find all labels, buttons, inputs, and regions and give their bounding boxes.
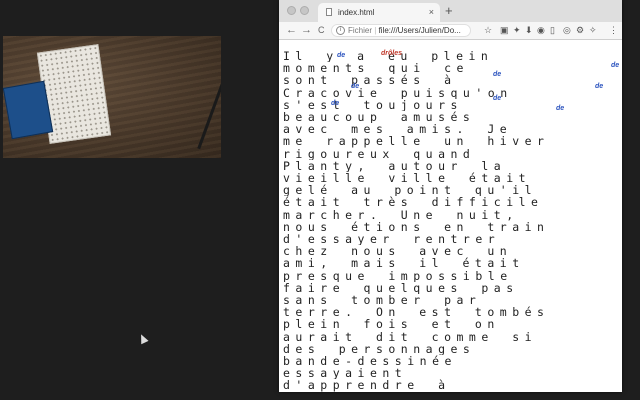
text-line: d'apprendre à bbox=[283, 379, 451, 392]
text-line: bande-dessinée bbox=[283, 355, 457, 368]
text-line: rigoureux quand bbox=[283, 147, 476, 160]
tab-index-html[interactable]: index.html × bbox=[318, 3, 440, 22]
forward-button[interactable]: → bbox=[301, 23, 312, 37]
extension-c-icon[interactable]: ◉ bbox=[537, 24, 545, 37]
floating-word: de bbox=[337, 52, 346, 59]
close-window-button[interactable] bbox=[287, 6, 296, 15]
extension-b-icon[interactable]: ✦ bbox=[513, 24, 521, 37]
text-line: essayaient bbox=[283, 367, 408, 380]
extension-g-icon[interactable]: ✧ bbox=[589, 24, 597, 37]
text-line: faire quelques pas bbox=[283, 281, 519, 295]
url-text: file:///Users/Julien/Do... bbox=[378, 26, 461, 35]
tab-title: index.html bbox=[338, 8, 375, 17]
floating-word: de bbox=[331, 100, 340, 107]
text-line: me rappelle un hiver bbox=[283, 135, 550, 148]
floating-word: de bbox=[595, 83, 604, 90]
extension-f-icon[interactable]: ⚙ bbox=[576, 24, 584, 37]
minimize-window-button[interactable] bbox=[300, 6, 309, 15]
text-line: d'essayer rentrer bbox=[283, 233, 501, 246]
text-line: beaucoup amusés bbox=[283, 111, 476, 124]
text-line: ami, mais il était bbox=[283, 257, 525, 270]
toolbar: ← → C i Fichier | file:///Users/Julien/D… bbox=[279, 22, 622, 40]
text-line: Planty, autour la bbox=[283, 159, 507, 173]
text-line: nous étions en train bbox=[283, 220, 550, 234]
tab-bar: index.html × + bbox=[279, 0, 622, 22]
menu-icon[interactable]: ⋮ bbox=[609, 24, 618, 37]
tab-close-icon[interactable]: × bbox=[429, 3, 434, 22]
extension-d-icon[interactable]: ▯ bbox=[550, 24, 555, 37]
address-bar[interactable]: i Fichier | file:///Users/Julien/Do... bbox=[331, 24, 471, 37]
browser-window: index.html × + ← → C i Fichier | file://… bbox=[279, 0, 622, 392]
info-icon[interactable]: i bbox=[336, 26, 345, 35]
new-tab-button[interactable]: + bbox=[445, 2, 453, 20]
text-line: marcher. Une nuit, bbox=[283, 208, 519, 221]
text-line: moments qui ce bbox=[283, 62, 469, 75]
text-line: sans tomber par bbox=[283, 294, 482, 307]
page-content: Il y a eu plein moments qui ce sont passés… bbox=[279, 40, 622, 392]
back-button[interactable]: ← bbox=[286, 23, 297, 37]
text-line: aurait dit comme si bbox=[283, 330, 538, 343]
reload-button[interactable]: C bbox=[318, 23, 325, 37]
floating-word: de bbox=[493, 95, 502, 102]
floating-word: drôles bbox=[381, 50, 403, 57]
text-line: terre. On est tombés bbox=[283, 306, 550, 319]
floating-word: de bbox=[611, 62, 620, 69]
text-line: gelé au point qu'il bbox=[283, 184, 538, 197]
text-line: vieille ville était bbox=[283, 172, 532, 185]
floating-word: de bbox=[556, 105, 565, 112]
document-icon bbox=[326, 8, 332, 16]
text-line: Cracovie puisqu'on bbox=[283, 86, 513, 99]
floating-word: de bbox=[351, 83, 360, 90]
floating-word: de bbox=[493, 71, 502, 78]
video-preview-window[interactable] bbox=[3, 36, 221, 158]
text-line: Il y a eu plein bbox=[283, 50, 494, 63]
extension-a-icon[interactable]: ▣ bbox=[500, 24, 509, 37]
mouse-cursor-icon bbox=[137, 332, 149, 345]
text-line: presque impossible bbox=[283, 269, 513, 282]
text-line: des personnages bbox=[283, 342, 476, 356]
text-line: était très difficile bbox=[283, 196, 544, 209]
text-line: chez nous avec un bbox=[283, 245, 513, 258]
text-line: sont passés à bbox=[283, 74, 457, 87]
text-line: avec mes amis. Je bbox=[283, 123, 513, 136]
text-line: plein fois et on bbox=[283, 318, 500, 331]
extension-e-icon[interactable]: ◎ bbox=[563, 24, 571, 37]
arduino-board-image bbox=[3, 80, 54, 140]
download-icon[interactable]: ⬇ bbox=[525, 24, 533, 37]
bookmark-star-icon[interactable]: ☆ bbox=[484, 24, 492, 37]
